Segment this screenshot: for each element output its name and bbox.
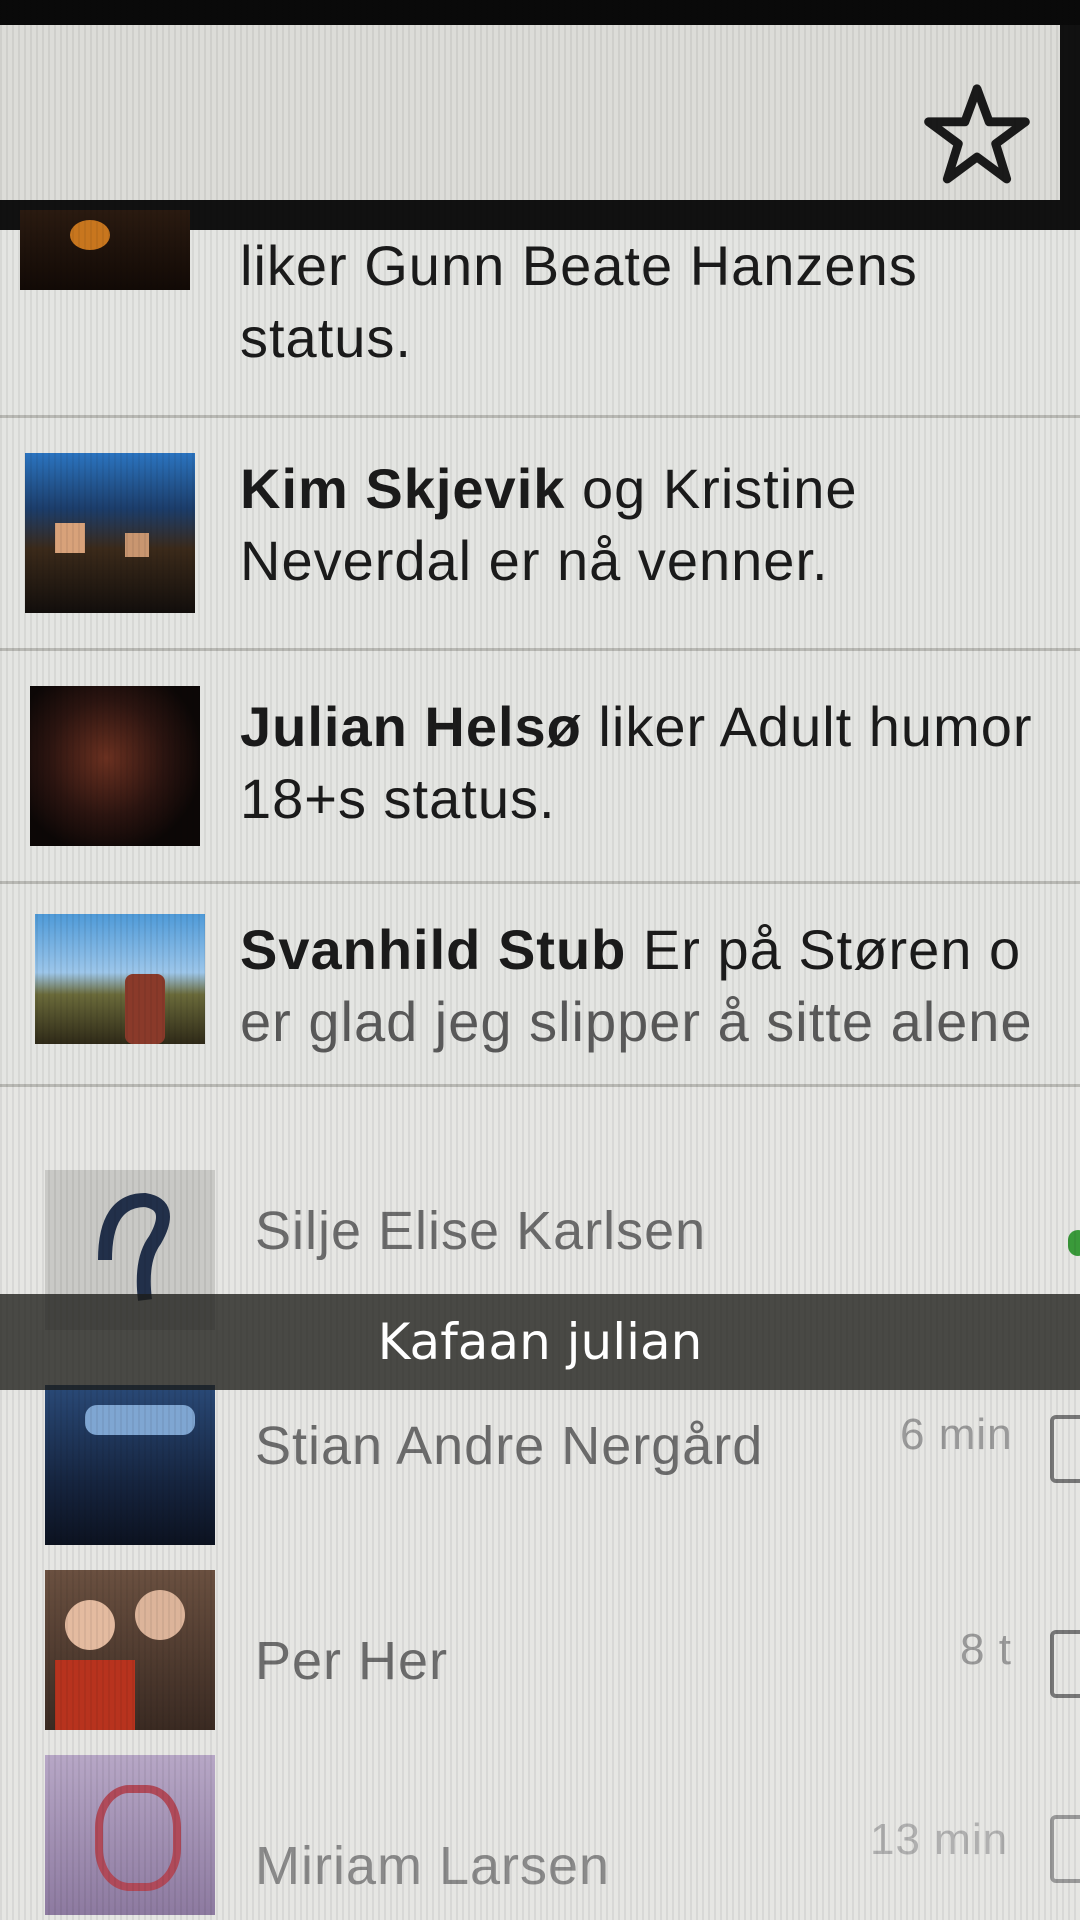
chat-last-active: 13 min bbox=[870, 1815, 1009, 1864]
chat-contact-row[interactable]: Miriam Larsen 13 min bbox=[0, 1725, 1080, 1920]
avatar bbox=[45, 1755, 215, 1915]
avatar bbox=[45, 1570, 215, 1730]
chat-icon bbox=[1050, 1415, 1080, 1483]
notification-item[interactable]: Svanhild Stub Er på Støren o er glad jeg… bbox=[0, 884, 1080, 1087]
notification-text: Julian Helsø liker Adult humor 18+s stat… bbox=[240, 695, 1033, 830]
chat-contact-name: Miriam Larsen bbox=[255, 1836, 611, 1896]
notification-item[interactable]: Kim Skjevik og Kristine Neverdal er nå v… bbox=[0, 418, 1080, 651]
chat-sidebar: Silje Elise Karlsen Stian Andre Nergård … bbox=[0, 1140, 1080, 1920]
snap-caption: Kafaan julian bbox=[0, 1294, 1080, 1390]
notification-actor: Kim Skjevik bbox=[240, 457, 566, 520]
chat-contact-name: Per Her bbox=[255, 1631, 449, 1691]
star-icon bbox=[924, 84, 1030, 184]
notification-item[interactable]: Julian Helsø liker Adult humor 18+s stat… bbox=[0, 651, 1080, 884]
chat-contact-name: Stian Andre Nergård bbox=[255, 1416, 764, 1476]
avatar bbox=[30, 686, 200, 846]
avatar bbox=[25, 453, 195, 613]
online-status-icon bbox=[1068, 1230, 1080, 1256]
notification-feed: liker Gunn Beate Hanzens status. Kim Skj… bbox=[0, 210, 1080, 1087]
notification-text: Kim Skjevik og Kristine Neverdal er nå v… bbox=[240, 457, 858, 592]
chat-contact-row[interactable]: Per Her 8 t bbox=[0, 1530, 1080, 1730]
notification-text: liker Gunn Beate Hanzens status. bbox=[240, 234, 918, 369]
notification-actor: Svanhild Stub bbox=[240, 918, 627, 981]
favorite-star-button[interactable] bbox=[922, 80, 1032, 190]
header-bar bbox=[0, 25, 1080, 230]
chat-contact-name: Silje Elise Karlsen bbox=[255, 1201, 707, 1261]
screen: liker Gunn Beate Hanzens status. Kim Skj… bbox=[0, 0, 1080, 1920]
notification-actor: Julian Helsø bbox=[240, 695, 582, 758]
chat-icon bbox=[1050, 1815, 1080, 1883]
avatar bbox=[20, 210, 190, 290]
chat-last-active: 6 min bbox=[900, 1410, 1013, 1459]
notification-text: Svanhild Stub Er på Støren o er glad jeg… bbox=[240, 918, 1033, 1053]
notification-item[interactable]: liker Gunn Beate Hanzens status. bbox=[0, 210, 1080, 418]
chat-last-active: 8 t bbox=[960, 1625, 1012, 1674]
avatar bbox=[35, 914, 205, 1044]
chat-icon bbox=[1050, 1630, 1080, 1698]
avatar bbox=[45, 1385, 215, 1545]
